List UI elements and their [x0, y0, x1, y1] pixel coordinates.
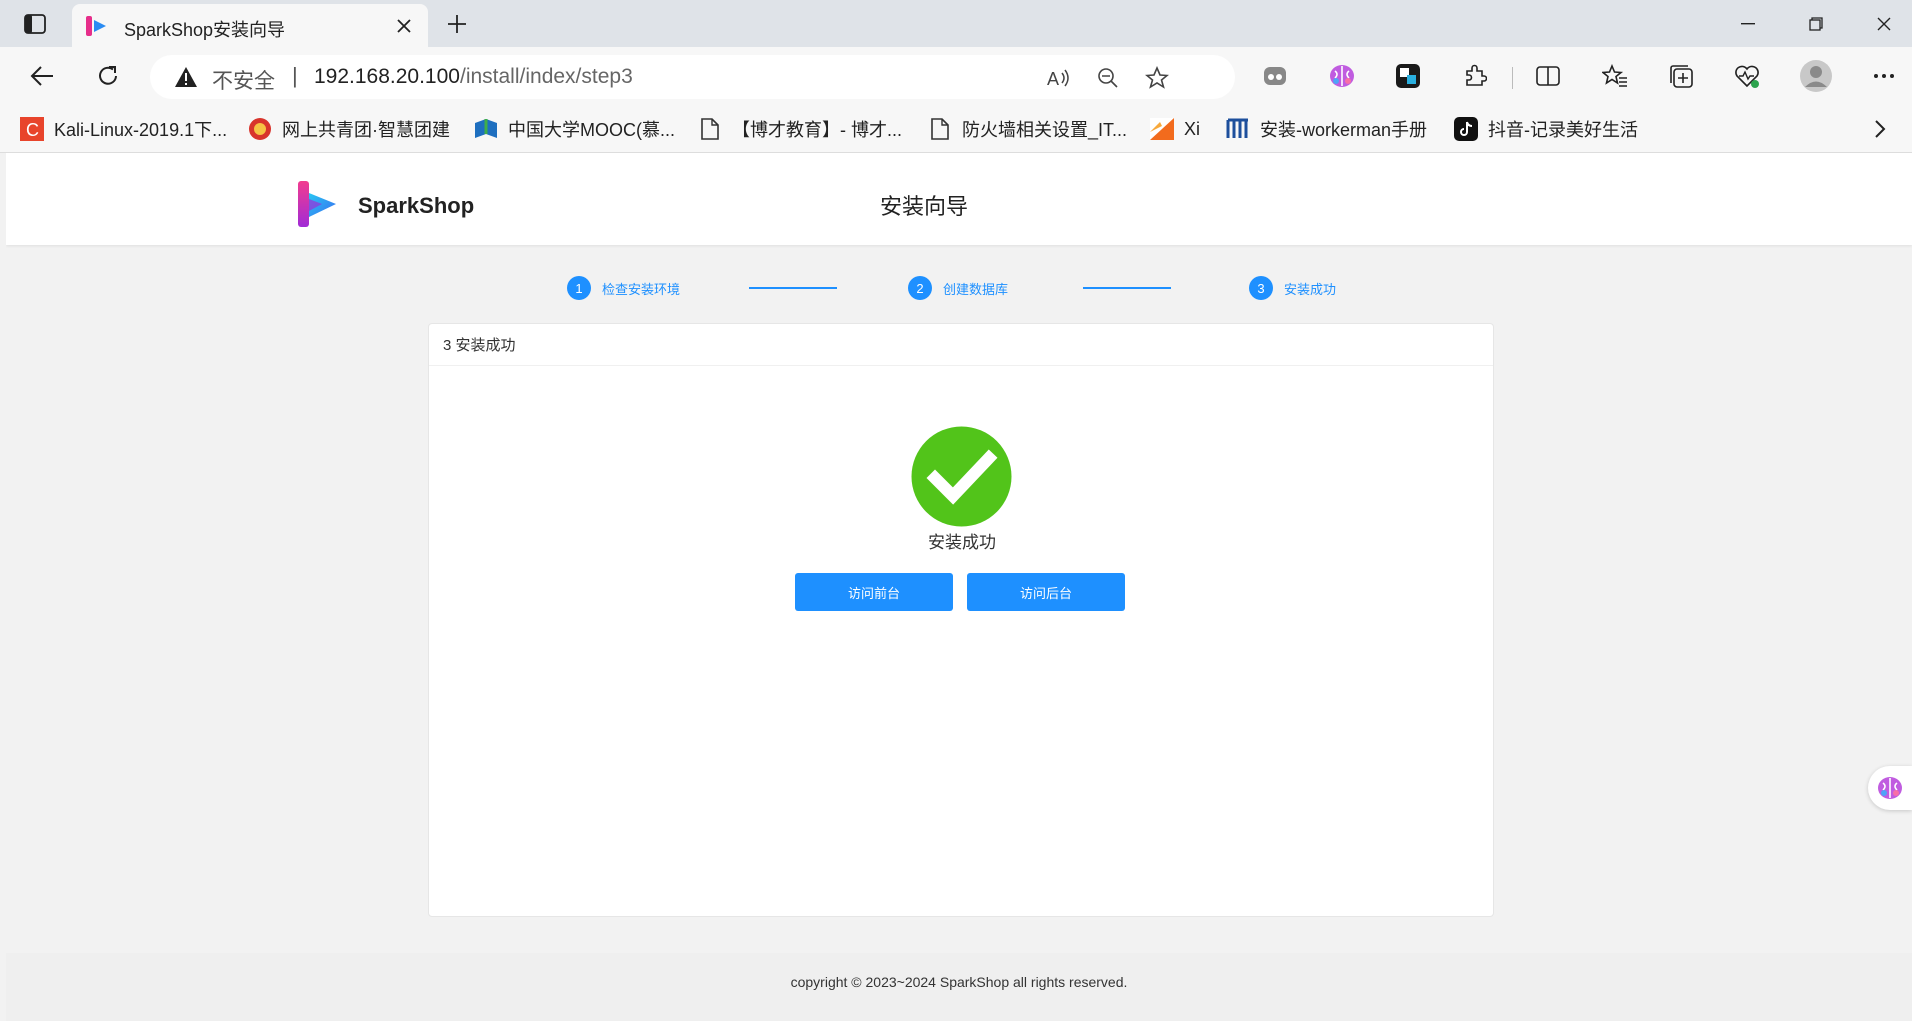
step-2: 2 创建数据库 [908, 275, 1008, 301]
not-secure-warning-icon[interactable] [174, 66, 198, 88]
page-icon [698, 117, 722, 141]
step-connector [1083, 287, 1171, 289]
xi-icon [1150, 117, 1174, 141]
minimize-icon[interactable] [1716, 0, 1780, 47]
bookmark-label: Xi [1184, 118, 1201, 139]
favorite-star-icon[interactable] [1143, 64, 1171, 92]
bookmark-label: 【博才教育】- 博才... [732, 120, 902, 140]
svg-text:A: A [1047, 69, 1059, 89]
step-label: 创建数据库 [943, 281, 1009, 297]
bookmark-label: 网上共青团·智慧团建 [282, 120, 450, 140]
mooc-icon [474, 117, 498, 141]
bookmark-label: 防火墙相关设置_IT... [962, 120, 1128, 140]
bookmark-item[interactable]: 安装-workerman手册 [1226, 115, 1427, 143]
refresh-icon[interactable] [88, 56, 128, 96]
brand-name: SparkShop [358, 193, 475, 218]
security-label[interactable]: 不安全 [212, 65, 275, 95]
extension-ghost-icon[interactable] [1259, 60, 1291, 92]
bookmark-label: Kali-Linux-2019.1下... [54, 120, 228, 140]
collections-icon[interactable] [1665, 60, 1697, 92]
close-window-icon[interactable] [1852, 0, 1912, 47]
bookmark-label: 安装-workerman手册 [1260, 120, 1428, 140]
toolbar-divider [1512, 67, 1513, 89]
translate-extension-icon[interactable] [1392, 60, 1424, 92]
site-footer: copyright © 2023~2024 SparkShop all righ… [6, 953, 1912, 1021]
url-text[interactable]: 192.168.20.100/install/index/step3 [314, 65, 633, 89]
url-path: /install/index/step3 [459, 65, 633, 88]
install-steps: 1 检查安装环境 2 创建数据库 3 安装成功 [6, 275, 1912, 315]
bookmark-item[interactable]: 网上共青团·智慧团建 [248, 115, 450, 143]
svg-text:C: C [26, 120, 39, 140]
douyin-icon [1454, 117, 1478, 141]
visit-backend-button[interactable]: 访问后台 [967, 573, 1125, 611]
step-number: 3 [1249, 276, 1273, 300]
step-number: 1 [567, 276, 591, 300]
c-red-icon: C [20, 117, 44, 141]
close-tab-icon[interactable] [390, 12, 418, 40]
bookmark-item[interactable]: 【博才教育】- 博才... [698, 115, 902, 143]
address-separator: | [292, 63, 298, 88]
read-aloud-icon[interactable]: A [1045, 64, 1073, 92]
address-bar[interactable]: 不安全 | 192.168.20.100/install/index/step3… [150, 55, 1235, 99]
site-header: SparkShop 安装向导 [6, 153, 1912, 245]
step-label: 安装成功 [1284, 281, 1337, 297]
browser-essentials-icon[interactable] [1731, 60, 1763, 92]
new-tab-icon[interactable] [440, 10, 474, 38]
success-check-icon [911, 426, 1012, 527]
bookmark-item[interactable]: Xi [1150, 115, 1200, 143]
zoom-out-icon[interactable] [1094, 64, 1122, 92]
result-card: 3 安装成功 安装成功 访问前台 访问后台 [428, 323, 1494, 917]
back-icon[interactable] [22, 56, 62, 96]
brain-extension-icon[interactable] [1326, 60, 1358, 92]
url-host: 192.168.20.100 [314, 65, 460, 88]
page-viewport: SparkShop 安装向导 1 检查安装环境 2 创建数据库 3 安装成功 3… [6, 153, 1912, 1021]
step-1: 1 检查安装环境 [567, 275, 680, 301]
tab-title: SparkShop安装向导 [124, 20, 286, 40]
more-menu-icon[interactable] [1868, 60, 1900, 92]
active-tab[interactable]: SparkShop安装向导 [72, 4, 428, 47]
league-badge-icon [248, 117, 272, 141]
bookmark-item[interactable]: C Kali-Linux-2019.1下... [20, 115, 227, 143]
success-message: 安装成功 [928, 533, 996, 552]
page-icon [928, 117, 952, 141]
extensions-puzzle-icon[interactable] [1459, 60, 1491, 92]
bookmark-item[interactable]: 中国大学MOOC(慕... [474, 115, 675, 143]
bookmark-label: 抖音-记录美好生活 [1488, 120, 1638, 140]
step-3: 3 安装成功 [1249, 275, 1336, 301]
step-number: 2 [908, 276, 932, 300]
card-title: 3 安装成功 [429, 324, 1493, 366]
sparkshop-favicon-icon [86, 16, 106, 36]
favorites-icon[interactable] [1599, 60, 1631, 92]
step-label: 检查安装环境 [602, 281, 681, 297]
bookmarks-overflow-chevron-icon[interactable] [1874, 115, 1886, 143]
bookmark-item[interactable]: 防火墙相关设置_IT... [928, 115, 1127, 143]
sidebar-brain-extension-icon[interactable] [1868, 766, 1912, 810]
visit-frontend-button[interactable]: 访问前台 [795, 573, 953, 611]
bookmark-item[interactable]: 抖音-记录美好生活 [1454, 115, 1638, 143]
page-title: 安装向导 [880, 194, 969, 219]
bookmark-label: 中国大学MOOC(慕... [508, 120, 675, 140]
step-connector [749, 287, 837, 289]
bookmarks-bar: C Kali-Linux-2019.1下... 网上共青团·智慧团建 中国大学M… [0, 105, 1912, 153]
split-screen-icon[interactable] [1532, 60, 1564, 92]
sparkshop-logo-icon [298, 181, 336, 227]
profile-avatar-icon[interactable] [1797, 57, 1835, 95]
workerman-icon [1226, 117, 1250, 141]
tab-strip: SparkShop安装向导 [0, 0, 1912, 47]
restore-icon[interactable] [1784, 0, 1848, 47]
tab-actions-icon[interactable] [18, 10, 52, 38]
copyright-text: copyright © 2023~2024 SparkShop all righ… [790, 974, 1128, 990]
browser-toolbar: 不安全 | 192.168.20.100/install/index/step3… [0, 47, 1912, 105]
